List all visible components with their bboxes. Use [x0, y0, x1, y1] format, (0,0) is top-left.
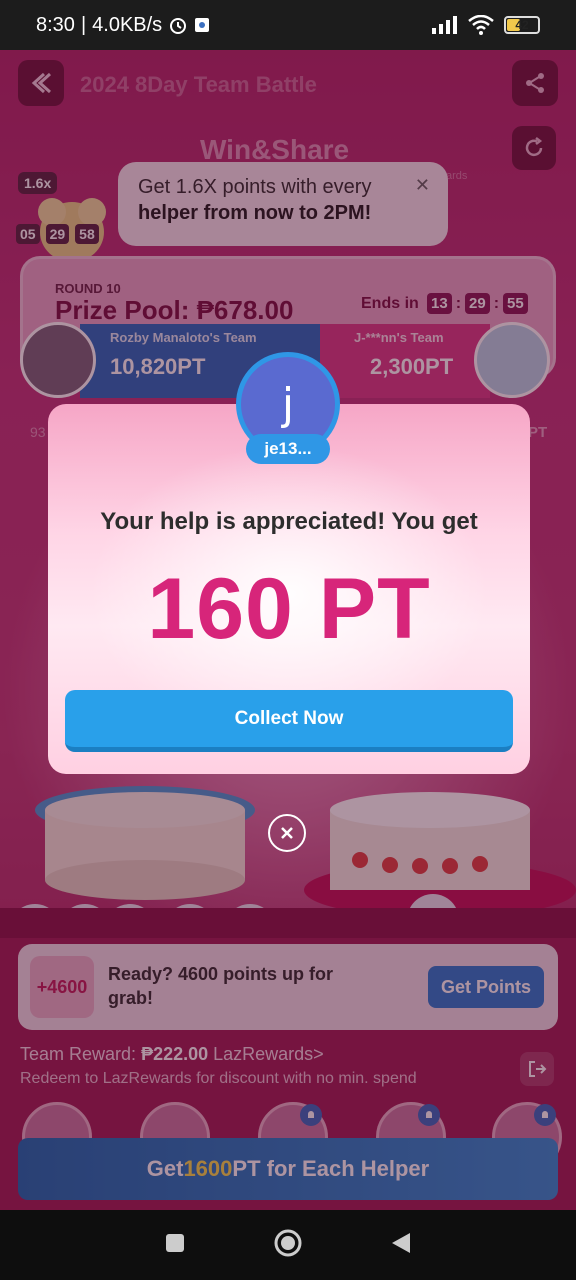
battery-icon: 42	[504, 16, 540, 34]
collect-now-button[interactable]: Collect Now	[65, 690, 513, 752]
alarm-icon	[168, 15, 188, 35]
status-divider: |	[80, 13, 87, 36]
status-speed: 4.0KB/s	[92, 13, 163, 36]
modal-points: 160 PT	[147, 561, 431, 657]
status-left: 8:30 | 4.0KB/s	[36, 14, 210, 37]
battery-level: 42	[515, 18, 529, 32]
screen: 8:30 | 4.0KB/s 42 2024 8Day Team Battle …	[0, 0, 576, 1280]
app-notification-icon	[194, 17, 210, 33]
nav-circle-icon[interactable]	[273, 1228, 303, 1263]
modal-message: Your help is appreciated! You get	[100, 508, 478, 535]
close-icon[interactable]	[268, 814, 306, 852]
signal-icon	[432, 16, 458, 34]
status-time: 8:30	[36, 13, 75, 36]
system-nav-bar	[0, 1210, 576, 1280]
avatar-letter: j	[281, 378, 295, 430]
wifi-icon	[468, 15, 494, 35]
nav-square-icon[interactable]	[164, 1232, 186, 1259]
status-right: 42	[432, 15, 540, 35]
nav-back-icon[interactable]	[390, 1231, 412, 1260]
helper-username: je13...	[246, 434, 330, 464]
status-bar: 8:30 | 4.0KB/s 42	[0, 0, 576, 50]
